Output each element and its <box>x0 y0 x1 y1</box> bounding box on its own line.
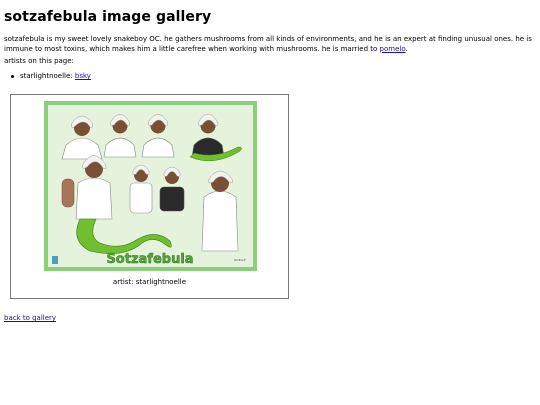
image-caption: artist: starlightnoelle <box>112 278 187 286</box>
artist-name: starlightnoelle: <box>20 72 75 80</box>
intro-end: . <box>405 44 408 53</box>
intro-paragraph: sotzafebula is my sweet lovely snakeboy … <box>4 35 534 54</box>
back-to-gallery-link[interactable]: back to gallery <box>4 314 56 322</box>
corner-badge-icon <box>52 256 58 264</box>
artists-label: artists on this page: <box>4 57 74 65</box>
character-small <box>129 164 153 214</box>
list-item: starlightnoelle: bsky <box>4 72 91 80</box>
image-banner-text: Sotzafebula <box>106 252 193 267</box>
pomelo-link[interactable]: pomelo <box>380 45 406 53</box>
intro-text: sotzafebula is my sweet lovely snakeboy … <box>4 35 532 53</box>
gallery-figure: Sotzafebula NOELLE artist: starlightnoel… <box>10 94 289 299</box>
artist-bsky-link[interactable]: bsky <box>75 72 91 80</box>
gallery-image[interactable]: Sotzafebula NOELLE <box>44 101 257 271</box>
image-signature: NOELLE <box>234 258 246 262</box>
page-title: sotzafebula image gallery <box>4 9 212 25</box>
artists-list: starlightnoelle: bsky <box>4 72 91 80</box>
